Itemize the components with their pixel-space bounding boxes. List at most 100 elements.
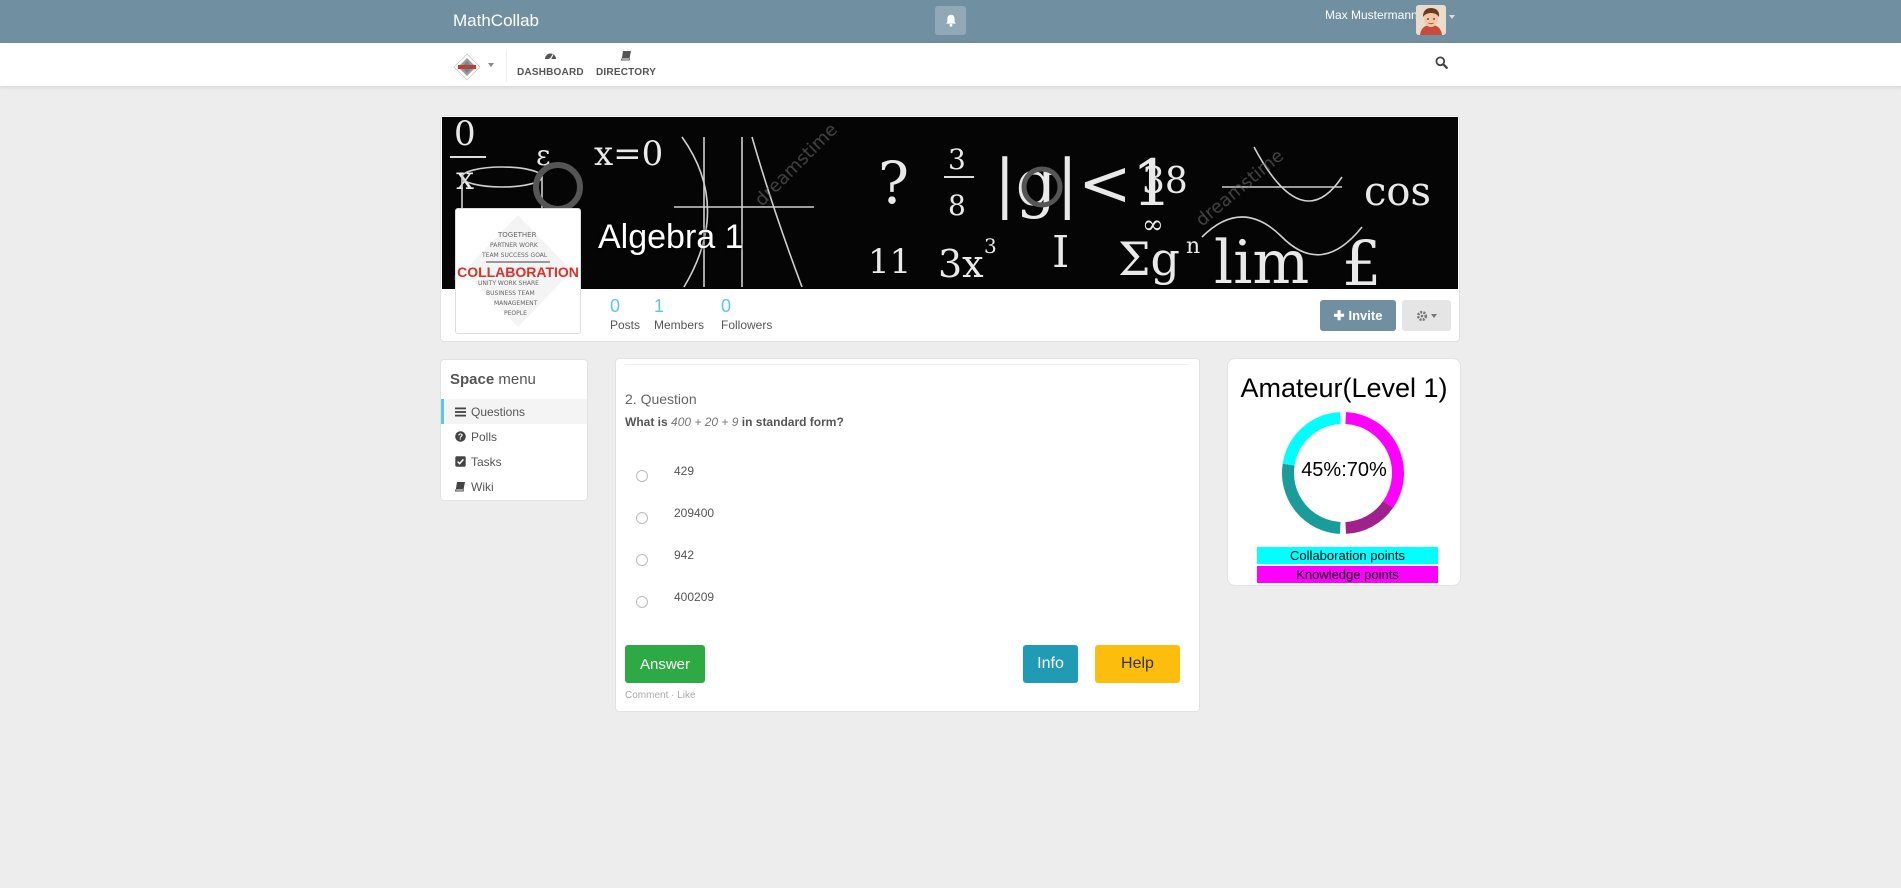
top-bar: MathCollab Max Mustermann	[0, 0, 1901, 43]
post-actions: Comment · Like	[625, 690, 696, 701]
space-banner-image: 0 x ε x=0 ? 3 8 |g|<1 38 cos 11 3x 3 I Σ…	[442, 117, 1458, 289]
svg-text:8: 8	[948, 189, 966, 222]
svg-text:?: ?	[458, 432, 463, 442]
book-icon	[455, 482, 465, 492]
stat-members-label: Members	[654, 318, 705, 332]
svg-text:BUSINESS TEAM: BUSINESS TEAM	[486, 290, 535, 297]
user-avatar[interactable]	[1416, 5, 1446, 35]
question-expression: 400 + 20 + 9	[671, 415, 739, 429]
knowledge-remaining-arc	[1345, 500, 1394, 534]
bell-icon	[945, 14, 956, 27]
stat-posts[interactable]: 0 Posts	[610, 296, 640, 332]
space-menu-title-rest: menu	[498, 371, 536, 388]
space-menu-item-label: Wiki	[471, 479, 494, 494]
level-title: Amateur(Level 1)	[1240, 373, 1448, 403]
space-menu-item-questions[interactable]: Questions	[441, 399, 587, 424]
svg-text:?: ?	[878, 149, 909, 217]
svg-text:3x: 3x	[938, 242, 984, 286]
question-text-prefix: What is	[625, 415, 668, 429]
stat-posts-value: 0	[610, 296, 621, 316]
comment-link[interactable]: Comment	[625, 690, 668, 701]
level-card: Amateur(Level 1) 45%:70% Collaboration p…	[1227, 358, 1461, 586]
answer-option-radio[interactable]	[636, 470, 648, 482]
space-menu-title-bold: Space	[450, 371, 495, 388]
like-link[interactable]: Like	[677, 690, 695, 701]
svg-text:0: 0	[454, 117, 476, 154]
svg-text:x=0: x=0	[594, 134, 663, 174]
collaboration-word-cloud-logo: TOGETHER PARTNER WORK TEAM SUCCESS GOAL …	[457, 215, 579, 327]
space-settings-button[interactable]	[1402, 300, 1451, 331]
search-icon	[1435, 56, 1448, 69]
stat-followers-label: Followers	[721, 318, 773, 332]
answer-option-label[interactable]: 942	[674, 548, 694, 562]
question-text-suffix: in standard form?	[741, 415, 844, 429]
list-icon	[455, 407, 466, 416]
dashboard-icon	[544, 53, 556, 61]
space-menu-item-label: Tasks	[471, 454, 502, 469]
svg-text:3: 3	[984, 234, 997, 258]
notifications-button[interactable]	[935, 6, 966, 35]
svg-text:n: n	[1186, 234, 1200, 259]
svg-text:MANAGEMENT: MANAGEMENT	[494, 300, 538, 307]
space-menu-item-wiki[interactable]: Wiki	[441, 474, 587, 499]
stat-followers-value: 0	[721, 296, 732, 316]
space-chooser[interactable]	[450, 50, 507, 82]
svg-text:I: I	[1052, 227, 1069, 278]
svg-text:cos: cos	[1364, 169, 1431, 215]
space-menu-item-label: Questions	[471, 404, 526, 419]
space-menu-item-label: Polls	[471, 429, 498, 444]
space-menu-item-polls[interactable]: ? Polls	[441, 424, 587, 449]
svg-text:PARTNER WORK: PARTNER WORK	[490, 242, 539, 249]
svg-text:38: 38	[1142, 161, 1188, 202]
answer-option-label[interactable]: 400209	[674, 590, 714, 604]
svg-text:£: £	[1342, 227, 1381, 289]
stat-members-value: 1	[654, 296, 665, 316]
svg-text:11: 11	[868, 242, 911, 282]
nav-directory-label: DIRECTORY	[596, 67, 657, 78]
answer-button[interactable]: Answer	[625, 645, 705, 683]
collaboration-progress-arc	[1282, 412, 1341, 466]
svg-text:UNITY WORK SHARE: UNITY WORK SHARE	[478, 280, 539, 287]
stat-posts-label: Posts	[610, 318, 641, 332]
help-button[interactable]: Help	[1095, 645, 1180, 683]
answer-option-radio[interactable]	[636, 554, 648, 566]
svg-text:TOGETHER: TOGETHER	[497, 231, 537, 239]
svg-text:Σg: Σg	[1118, 232, 1180, 286]
nav-dashboard[interactable]: DASHBOARD	[517, 50, 584, 78]
chevron-down-icon	[488, 63, 494, 67]
legend-knowledge-points: Knowledge points	[1257, 566, 1438, 583]
chevron-down-icon	[1431, 313, 1437, 318]
question-text: What is 400 + 20 + 9 in standard form?	[625, 415, 844, 429]
space-menu-title: Space menu	[450, 371, 536, 388]
answer-option-label[interactable]: 429	[674, 464, 694, 478]
svg-text:∞: ∞	[1142, 210, 1164, 240]
svg-text:lim: lim	[1214, 228, 1309, 289]
invite-button[interactable]: ✚ Invite	[1320, 300, 1396, 331]
nav-directory[interactable]: DIRECTORY	[596, 50, 656, 78]
answer-option-label[interactable]: 209400	[674, 506, 714, 520]
chevron-down-icon[interactable]	[1449, 15, 1455, 19]
checkbox-icon	[455, 456, 466, 467]
nav-dashboard-label: DASHBOARD	[517, 67, 584, 78]
stat-followers[interactable]: 0 Followers	[721, 296, 772, 332]
user-name[interactable]: Max Mustermann	[1325, 8, 1418, 22]
answer-option-radio[interactable]	[636, 596, 648, 608]
svg-text:TEAM SUCCESS GOAL: TEAM SUCCESS GOAL	[481, 252, 548, 259]
question-heading: 2. Question	[625, 391, 697, 407]
brand-title[interactable]: MathCollab	[453, 11, 539, 31]
space-menu: Space menu Questions ? Polls Tasks Wiki	[440, 359, 588, 501]
info-button[interactable]: Info	[1023, 645, 1078, 683]
space-logo: TOGETHER PARTNER WORK TEAM SUCCESS GOAL …	[455, 208, 581, 334]
stat-members[interactable]: 1 Members	[654, 296, 704, 332]
question-circle-icon: ?	[455, 431, 466, 442]
svg-text:PEOPLE: PEOPLE	[504, 310, 527, 317]
invite-button-label: Invite	[1348, 308, 1383, 323]
gear-icon	[1416, 310, 1428, 321]
answer-option-radio[interactable]	[636, 512, 648, 524]
space-menu-item-tasks[interactable]: Tasks	[441, 449, 587, 474]
avatar-image	[1416, 5, 1446, 35]
svg-text:3: 3	[948, 143, 966, 176]
main-navigation: DASHBOARD DIRECTORY	[0, 43, 1901, 87]
legend-collaboration-points: Collaboration points	[1257, 547, 1438, 564]
search-button[interactable]	[1435, 56, 1448, 74]
